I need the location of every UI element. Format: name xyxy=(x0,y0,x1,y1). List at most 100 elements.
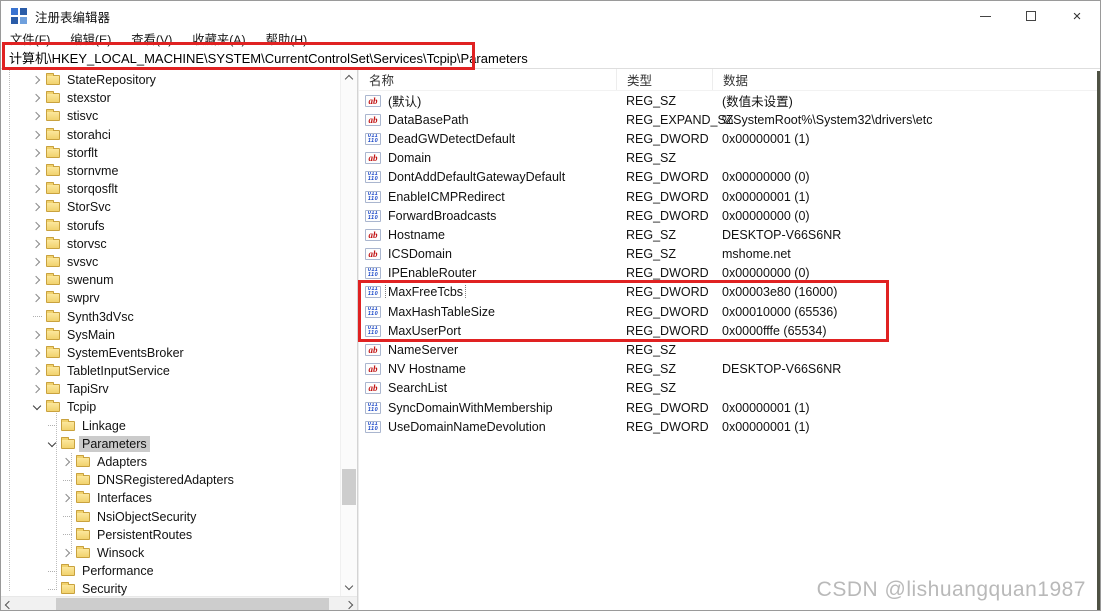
value-row-NV Hostname[interactable]: abNV HostnameREG_SZDESKTOP-V66S6NR xyxy=(359,360,1100,379)
tree-item-swenum[interactable]: swenum xyxy=(1,271,340,289)
tree-item-stisvc[interactable]: stisvc xyxy=(1,107,340,125)
scroll-right-icon[interactable] xyxy=(345,601,353,609)
value-row-ICSDomain[interactable]: abICSDomainREG_SZmshome.net xyxy=(359,245,1100,264)
tree-item-storufs[interactable]: storufs xyxy=(1,217,340,235)
value-row-Hostname[interactable]: abHostnameREG_SZDESKTOP-V66S6NR xyxy=(359,225,1100,244)
value-row-DontAddDefaultGatewayDefault[interactable]: 011110DontAddDefaultGatewayDefaultREG_DW… xyxy=(359,168,1100,187)
tree-item-Synth3dVsc[interactable]: Synth3dVsc xyxy=(1,307,340,325)
address-bar[interactable]: 计算机\HKEY_LOCAL_MACHINE\SYSTEM\CurrentCon… xyxy=(1,46,1100,69)
scroll-up-icon[interactable] xyxy=(345,75,353,83)
value-row-MaxHashTableSize[interactable]: 011110MaxHashTableSizeREG_DWORD0x0001000… xyxy=(359,302,1100,321)
chevron-right-icon[interactable] xyxy=(29,368,45,374)
chevron-right-icon[interactable] xyxy=(59,495,75,501)
tree-item-stornvme[interactable]: stornvme xyxy=(1,162,340,180)
tree-item-label: SysMain xyxy=(64,327,118,343)
value-row-UseDomainNameDevolution[interactable]: 011110UseDomainNameDevolutionREG_DWORD0x… xyxy=(359,417,1100,436)
value-row-MaxUserPort[interactable]: 011110MaxUserPortREG_DWORD0x0000fffe (65… xyxy=(359,321,1100,340)
folder-icon xyxy=(61,421,75,431)
tree-item-swprv[interactable]: swprv xyxy=(1,289,340,307)
value-name: DataBasePath xyxy=(386,113,471,127)
maximize-button[interactable] xyxy=(1008,1,1054,31)
tree-item-storvsc[interactable]: storvsc xyxy=(1,235,340,253)
chevron-right-icon[interactable] xyxy=(29,186,45,192)
chevron-right-icon[interactable] xyxy=(29,332,45,338)
tree-item-storqosflt[interactable]: storqosflt xyxy=(1,180,340,198)
chevron-right-icon[interactable] xyxy=(29,223,45,229)
value-name: UseDomainNameDevolution xyxy=(386,420,548,434)
value-row-ForwardBroadcasts[interactable]: 011110ForwardBroadcastsREG_DWORD0x000000… xyxy=(359,206,1100,225)
chevron-right-icon[interactable] xyxy=(29,204,45,210)
tree-item-Parameters[interactable]: Parameters xyxy=(1,435,340,453)
value-row-SearchList[interactable]: abSearchListREG_SZ xyxy=(359,379,1100,398)
value-row-IPEnableRouter[interactable]: 011110IPEnableRouterREG_DWORD0x00000000 … xyxy=(359,264,1100,283)
tree-item-SysMain[interactable]: SysMain xyxy=(1,326,340,344)
value-row-EnableICMPRedirect[interactable]: 011110EnableICMPRedirectREG_DWORD0x00000… xyxy=(359,187,1100,206)
tree-item-Tcpip[interactable]: Tcpip xyxy=(1,398,340,416)
chevron-down-icon[interactable] xyxy=(44,442,60,446)
tree-item-Linkage[interactable]: Linkage xyxy=(1,417,340,435)
chevron-right-icon[interactable] xyxy=(29,150,45,156)
tree-item-label: NsiObjectSecurity xyxy=(94,509,199,525)
value-name-cell: abHostname xyxy=(359,228,616,242)
chevron-right-icon[interactable] xyxy=(29,295,45,301)
tree-item-TapiSrv[interactable]: TapiSrv xyxy=(1,380,340,398)
chevron-right-icon[interactable] xyxy=(29,386,45,392)
scroll-left-icon[interactable] xyxy=(5,601,13,609)
chevron-right-icon[interactable] xyxy=(59,459,75,465)
folder-icon xyxy=(46,348,60,358)
tree-item-label: Adapters xyxy=(94,454,150,470)
tree-item-StorSvc[interactable]: StorSvc xyxy=(1,198,340,216)
chevron-right-icon[interactable] xyxy=(29,113,45,119)
value-row-(默认)[interactable]: ab(默认)REG_SZ(数值未设置) xyxy=(359,91,1100,110)
minimize-button[interactable] xyxy=(962,1,1008,31)
main-area: StateRepositorystexstorstisvcstorahcisto… xyxy=(1,69,1100,611)
tree-item-stexstor[interactable]: stexstor xyxy=(1,89,340,107)
value-row-DeadGWDetectDefault[interactable]: 011110DeadGWDetectDefaultREG_DWORD0x0000… xyxy=(359,129,1100,148)
chevron-down-icon[interactable] xyxy=(29,405,45,409)
menu-item-3[interactable]: 收藏夹(A) xyxy=(192,30,245,48)
tree-item-Winsock[interactable]: Winsock xyxy=(1,544,340,562)
scrollbar-thumb[interactable] xyxy=(56,598,329,611)
menu-item-2[interactable]: 查看(V) xyxy=(131,30,172,48)
tree-leaf-stub xyxy=(59,534,75,535)
tree-item-DNSRegisteredAdapters[interactable]: DNSRegisteredAdapters xyxy=(1,471,340,489)
tree-vertical-scrollbar[interactable] xyxy=(340,69,357,596)
tree-item-storahci[interactable]: storahci xyxy=(1,126,340,144)
tree-item-storflt[interactable]: storflt xyxy=(1,144,340,162)
tree-item-PersistentRoutes[interactable]: PersistentRoutes xyxy=(1,526,340,544)
menu-item-1[interactable]: 编辑(E) xyxy=(70,30,111,48)
chevron-right-icon[interactable] xyxy=(29,95,45,101)
menu-item-0[interactable]: 文件(F) xyxy=(10,30,50,48)
close-button[interactable]: × xyxy=(1054,1,1100,31)
scroll-down-icon[interactable] xyxy=(345,582,353,590)
chevron-right-icon[interactable] xyxy=(29,350,45,356)
column-header-name[interactable]: 名称 xyxy=(359,69,616,90)
chevron-right-icon[interactable] xyxy=(29,241,45,247)
value-row-Domain[interactable]: abDomainREG_SZ xyxy=(359,149,1100,168)
column-header-type[interactable]: 类型 xyxy=(616,69,712,90)
tree-item-Performance[interactable]: Performance xyxy=(1,562,340,580)
tree-item-StateRepository[interactable]: StateRepository xyxy=(1,71,340,89)
column-header-data[interactable]: 数据 xyxy=(712,69,1100,90)
tree-item-Interfaces[interactable]: Interfaces xyxy=(1,489,340,507)
tree-item-svsvc[interactable]: svsvc xyxy=(1,253,340,271)
chevron-right-icon[interactable] xyxy=(59,550,75,556)
value-row-SyncDomainWithMembership[interactable]: 011110SyncDomainWithMembershipREG_DWORD0… xyxy=(359,398,1100,417)
tree-item-TabletInputService[interactable]: TabletInputService xyxy=(1,362,340,380)
tree-horizontal-scrollbar[interactable] xyxy=(1,596,357,611)
value-row-MaxFreeTcbs[interactable]: 011110MaxFreeTcbsREG_DWORD0x00003e80 (16… xyxy=(359,283,1100,302)
chevron-right-icon[interactable] xyxy=(29,259,45,265)
chevron-right-icon[interactable] xyxy=(29,277,45,283)
tree-item-Security[interactable]: Security xyxy=(1,580,340,596)
tree-item-SystemEventsBroker[interactable]: SystemEventsBroker xyxy=(1,344,340,362)
value-row-DataBasePath[interactable]: abDataBasePathREG_EXPAND_SZ%SystemRoot%\… xyxy=(359,110,1100,129)
chevron-right-icon[interactable] xyxy=(29,168,45,174)
menu-item-4[interactable]: 帮助(H) xyxy=(266,30,308,48)
value-row-NameServer[interactable]: abNameServerREG_SZ xyxy=(359,340,1100,359)
value-name-cell: abICSDomain xyxy=(359,247,616,261)
scrollbar-thumb[interactable] xyxy=(342,469,356,505)
tree-item-Adapters[interactable]: Adapters xyxy=(1,453,340,471)
chevron-right-icon[interactable] xyxy=(29,132,45,138)
tree-item-NsiObjectSecurity[interactable]: NsiObjectSecurity xyxy=(1,508,340,526)
chevron-right-icon[interactable] xyxy=(29,77,45,83)
